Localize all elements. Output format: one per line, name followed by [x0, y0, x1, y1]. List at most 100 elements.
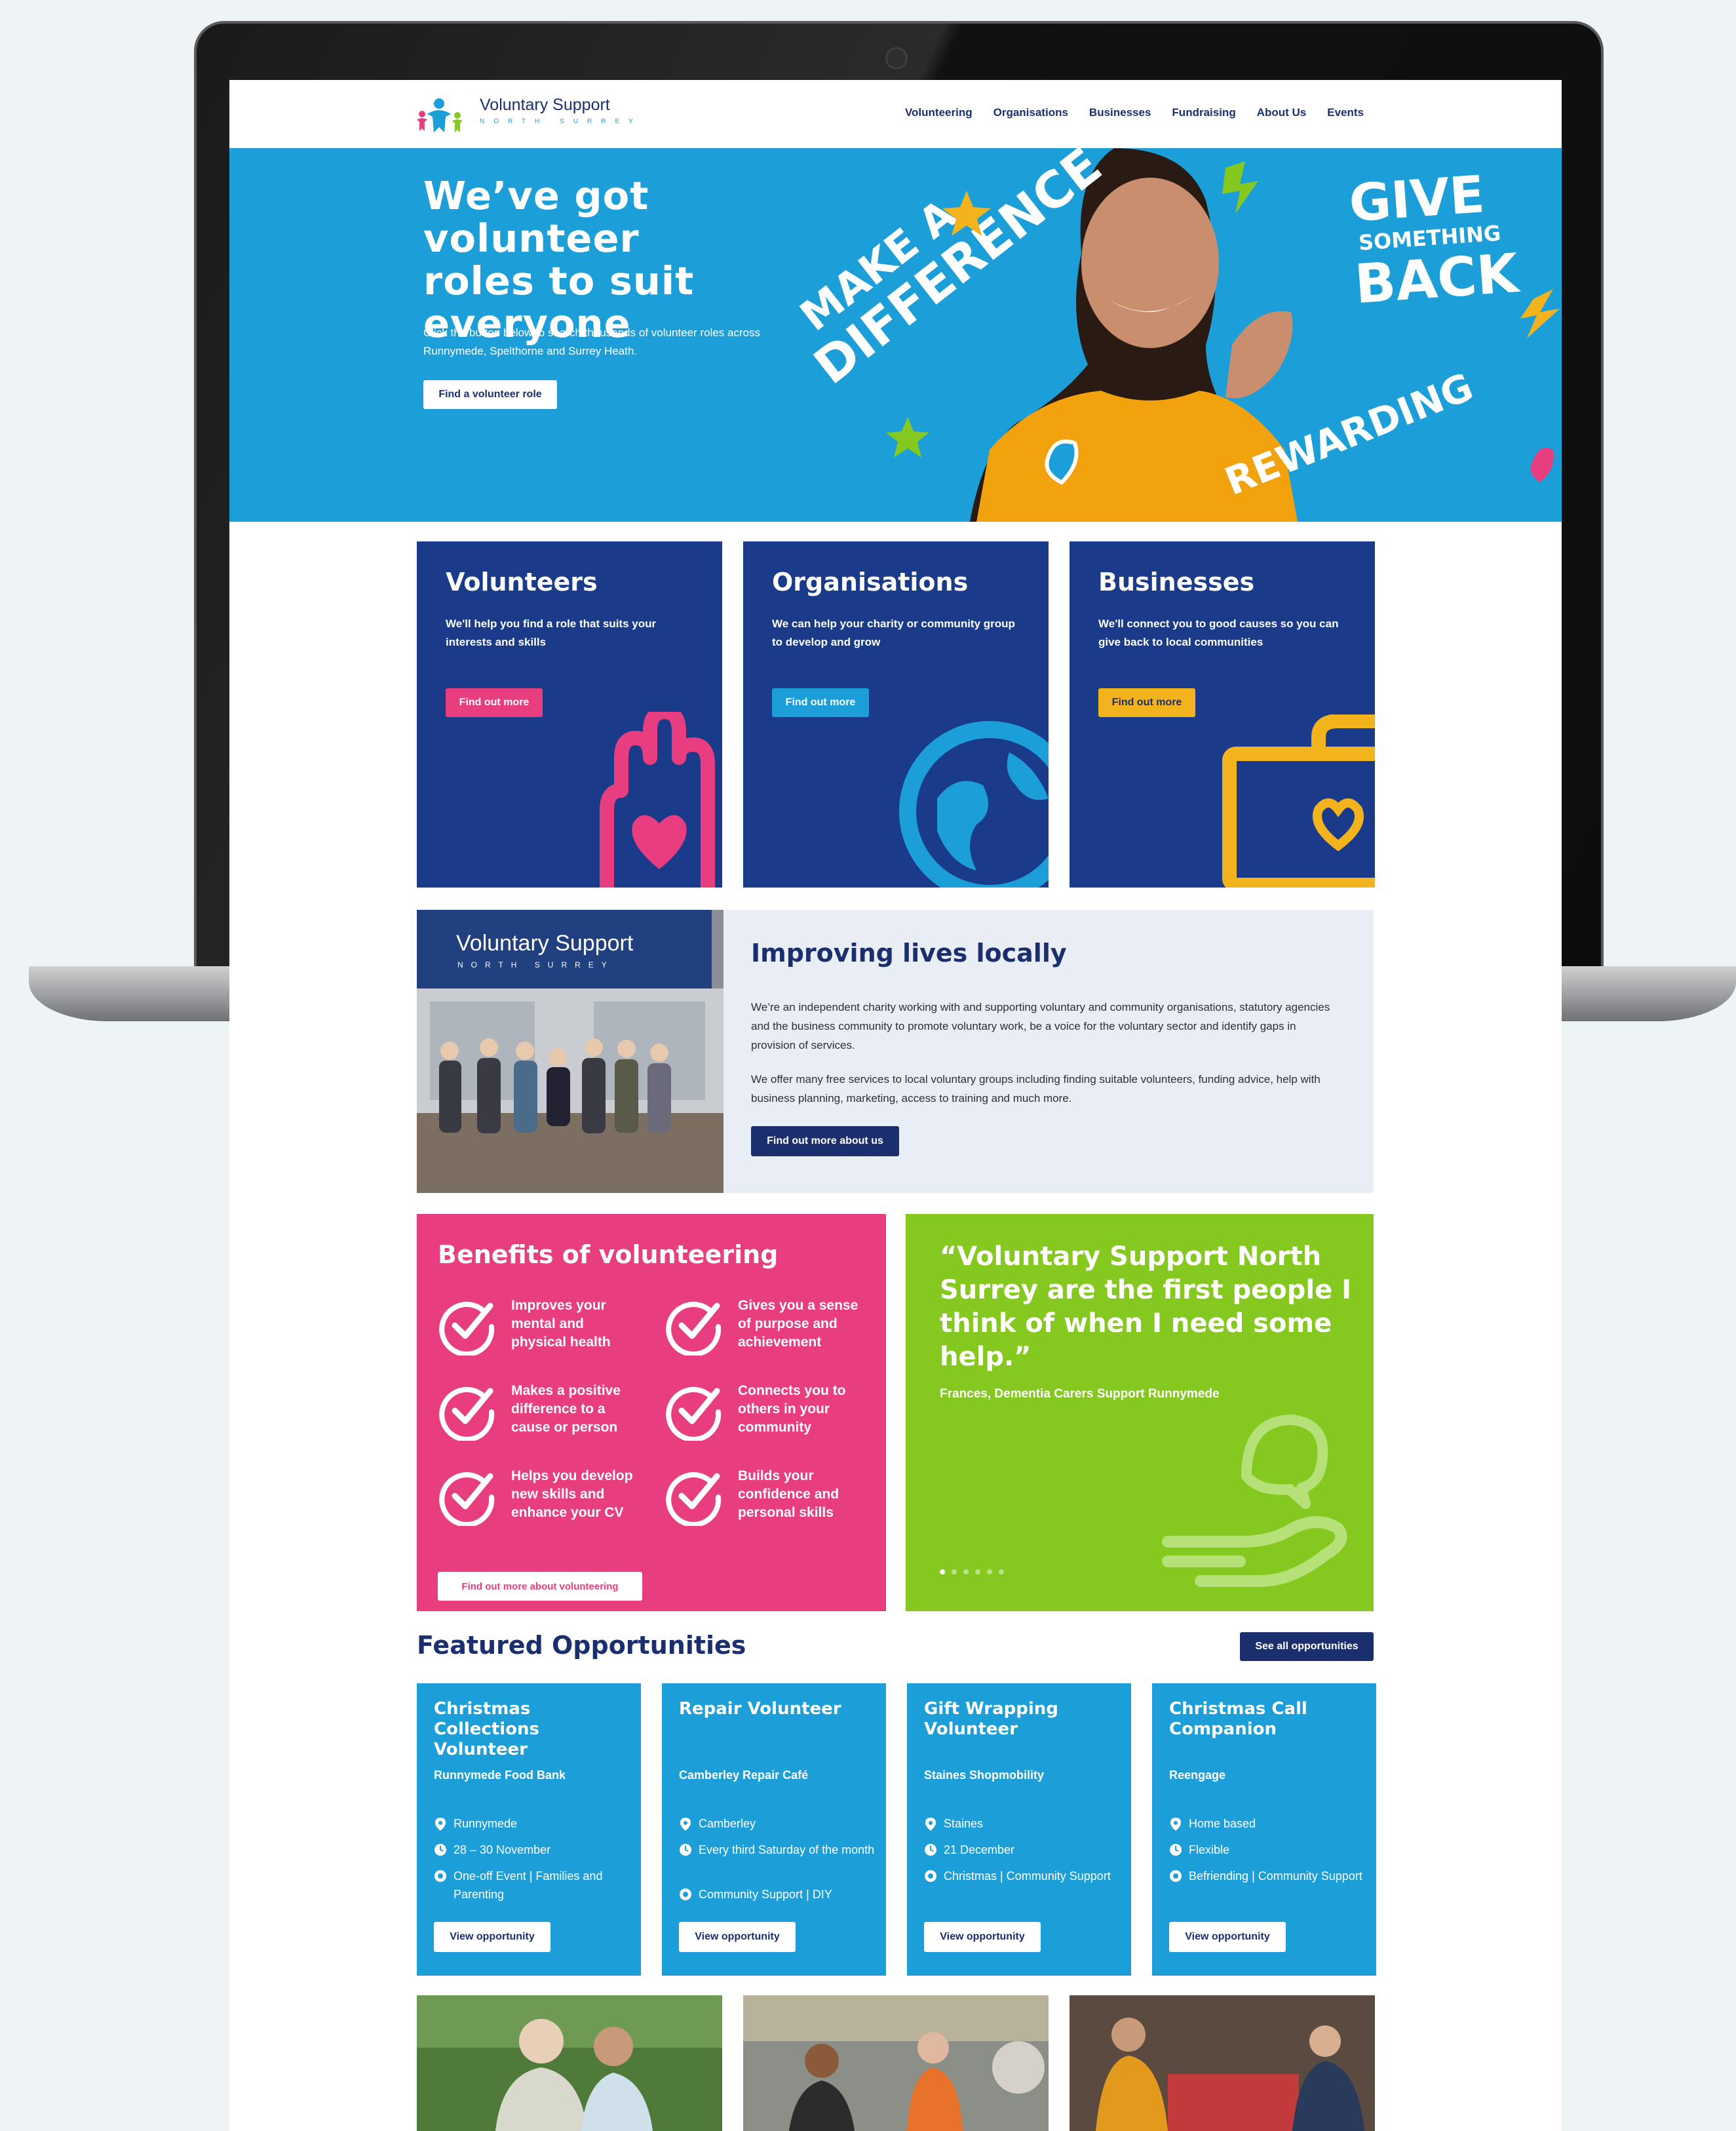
website-screen: Voluntary Support NORTH SURREY Volunteer…: [229, 80, 1562, 2131]
find-out-more-about-us-button[interactable]: Find out more about us: [751, 1126, 899, 1156]
art-back: BACK: [1353, 243, 1522, 316]
date-text: 28 – 30 November: [453, 1843, 551, 1856]
nav-fundraising[interactable]: Fundraising: [1172, 106, 1235, 119]
benefit-item: Builds your confidence and personal skil…: [665, 1467, 881, 1539]
opportunity-title: Gift Wrapping Volunteer: [924, 1699, 1058, 1739]
benefit-text: Makes a positive difference to a cause o…: [511, 1383, 621, 1435]
location-text: Staines: [944, 1817, 984, 1830]
benefit-item: Makes a positive difference to a cause o…: [438, 1382, 654, 1454]
benefit-item: Connects you to others in your community: [665, 1382, 881, 1454]
heart-icon: [1530, 448, 1554, 482]
about-paragraph-2: We offer many free services to local vol…: [751, 1073, 1321, 1105]
location-text: Home based: [1189, 1817, 1256, 1830]
volunteers-find-out-more-button[interactable]: Find out more: [446, 688, 543, 717]
date-text: 21 December: [944, 1843, 1015, 1856]
photo-sign-text: Voluntary Support: [456, 931, 634, 956]
about-paragraph-1: We’re an independent charity working wit…: [751, 1001, 1330, 1051]
check-circle-icon: [439, 1386, 495, 1441]
hand-heart-icon: [600, 712, 715, 888]
card-organisations[interactable]: Organisations We can help your charity o…: [743, 541, 1049, 888]
card-title: Organisations: [772, 568, 969, 596]
logo-subtitle: NORTH SURREY: [480, 118, 642, 125]
main-menu: Volunteering Organisations Businesses Fu…: [905, 106, 1364, 119]
check-circle-icon: [666, 1301, 722, 1356]
nav-volunteering[interactable]: Volunteering: [905, 106, 973, 119]
globe-icon: [899, 721, 1049, 888]
tag-icon: [434, 1870, 446, 1882]
see-all-opportunities-button[interactable]: See all opportunities: [1240, 1632, 1374, 1661]
carousel-dot[interactable]: [940, 1569, 945, 1574]
hero-text: Click the button below to search thousan…: [423, 326, 761, 357]
clock-icon: [434, 1844, 446, 1856]
location-pin-icon: [1170, 1818, 1181, 1831]
benefits-section: Benefits of volunteering Improves your m…: [417, 1214, 886, 1611]
featured-heading: Featured Opportunities: [417, 1631, 746, 1660]
check-circle-icon: [439, 1301, 495, 1356]
businesses-find-out-more-button[interactable]: Find out more: [1098, 688, 1195, 717]
opportunity-title: Christmas Call Companion: [1169, 1699, 1307, 1739]
card-businesses[interactable]: Businesses We'll connect you to good cau…: [1070, 541, 1375, 888]
find-volunteer-role-button[interactable]: Find a volunteer role: [423, 380, 557, 409]
carousel-dot[interactable]: [999, 1569, 1004, 1574]
hero-banner: We’ve got volunteer roles to suit everyo…: [229, 148, 1562, 522]
card-volunteers[interactable]: Volunteers We'll help you find a role th…: [417, 541, 722, 888]
card-text: We can help your charity or community gr…: [772, 617, 1015, 648]
opportunity-card[interactable]: Christmas Collections Volunteer Runnymede…: [417, 1683, 641, 1976]
lightning-icon: [1222, 161, 1258, 214]
hero-heading: We’ve got volunteer roles to suit everyo…: [423, 173, 695, 346]
carousel-dot[interactable]: [987, 1569, 992, 1574]
opportunity-card[interactable]: Repair Volunteer Camberley Repair Café Cam…: [662, 1683, 886, 1976]
date-text: Every third Saturday of the month: [699, 1843, 875, 1856]
about-section: Voluntary Support NORTH SURREY Improving…: [417, 910, 1374, 1193]
category-text: Christmas | Community Support: [944, 1869, 1111, 1883]
clock-icon: [925, 1844, 936, 1856]
benefit-text: Builds your confidence and personal skil…: [738, 1468, 839, 1520]
carousel-dot[interactable]: [975, 1569, 980, 1574]
photo-sign-subtitle: NORTH SURREY: [457, 960, 615, 969]
card-title: Businesses: [1098, 568, 1255, 596]
location-pin-icon: [925, 1818, 936, 1831]
photo-food-bank: [1070, 1995, 1375, 2131]
organisations-find-out-more-button[interactable]: Find out more: [772, 688, 869, 717]
check-circle-icon: [666, 1386, 722, 1441]
photo-elderly-companion: [417, 1995, 722, 2131]
logo-name[interactable]: Voluntary Support: [480, 96, 610, 115]
opportunity-organisation: Staines Shopmobility: [924, 1769, 1045, 1782]
category-text: Community Support | DIY: [699, 1888, 832, 1901]
nav-organisations[interactable]: Organisations: [993, 106, 1068, 119]
nav-events[interactable]: Events: [1327, 106, 1364, 119]
tag-icon: [680, 1888, 691, 1900]
category-text: Befriending | Community Support: [1189, 1869, 1362, 1883]
view-opportunity-button[interactable]: View opportunity: [434, 1922, 550, 1952]
woman-face: [1081, 178, 1219, 348]
category-text: One-off Event | Families and Parenting: [453, 1869, 603, 1901]
hero-illustration: MAKE A DIFFERENCE GIVE SOMETHING BACK RE…: [792, 148, 1560, 522]
nav-businesses[interactable]: Businesses: [1089, 106, 1151, 119]
view-opportunity-button[interactable]: View opportunity: [679, 1922, 796, 1952]
card-title: Volunteers: [446, 568, 598, 596]
testimonial-author: Frances, Dementia Carers Support Runnyme…: [940, 1387, 1220, 1401]
benefit-text: Gives you a sense of purpose and achieve…: [738, 1298, 858, 1350]
location-text: Runnymede: [453, 1817, 518, 1830]
check-circle-icon: [439, 1472, 495, 1526]
nav-about-us[interactable]: About Us: [1257, 106, 1307, 119]
opportunity-card[interactable]: Christmas Call Companion Reengage Home bas…: [1152, 1683, 1376, 1976]
carousel-dot[interactable]: [963, 1569, 969, 1574]
benefit-text: Connects you to others in your community: [738, 1383, 846, 1435]
briefcase-heart-icon: [1222, 714, 1375, 888]
tag-icon: [1170, 1870, 1182, 1882]
opportunity-organisation: Reengage: [1169, 1769, 1226, 1782]
find-out-more-about-volunteering-button[interactable]: Find out more about volunteering: [438, 1572, 642, 1601]
testimonial-quote: “Voluntary Support North Surrey are the …: [940, 1241, 1352, 1372]
view-opportunity-button[interactable]: View opportunity: [1169, 1922, 1286, 1952]
hand-chat-icon: [1162, 1415, 1347, 1587]
view-opportunity-button[interactable]: View opportunity: [924, 1922, 1041, 1952]
photo-outdoor-volunteers: [743, 1995, 1049, 2131]
testimonial-carousel: “Voluntary Support North Surrey are the …: [906, 1214, 1374, 1611]
opportunity-card[interactable]: Gift Wrapping Volunteer Staines Shopmobil…: [907, 1683, 1131, 1976]
carousel-dot[interactable]: [952, 1569, 957, 1574]
carousel-dots: [940, 1569, 1004, 1574]
tag-icon: [925, 1870, 936, 1882]
opportunity-organisation: Runnymede Food Bank: [434, 1769, 566, 1782]
woman-hands: [1225, 311, 1293, 399]
